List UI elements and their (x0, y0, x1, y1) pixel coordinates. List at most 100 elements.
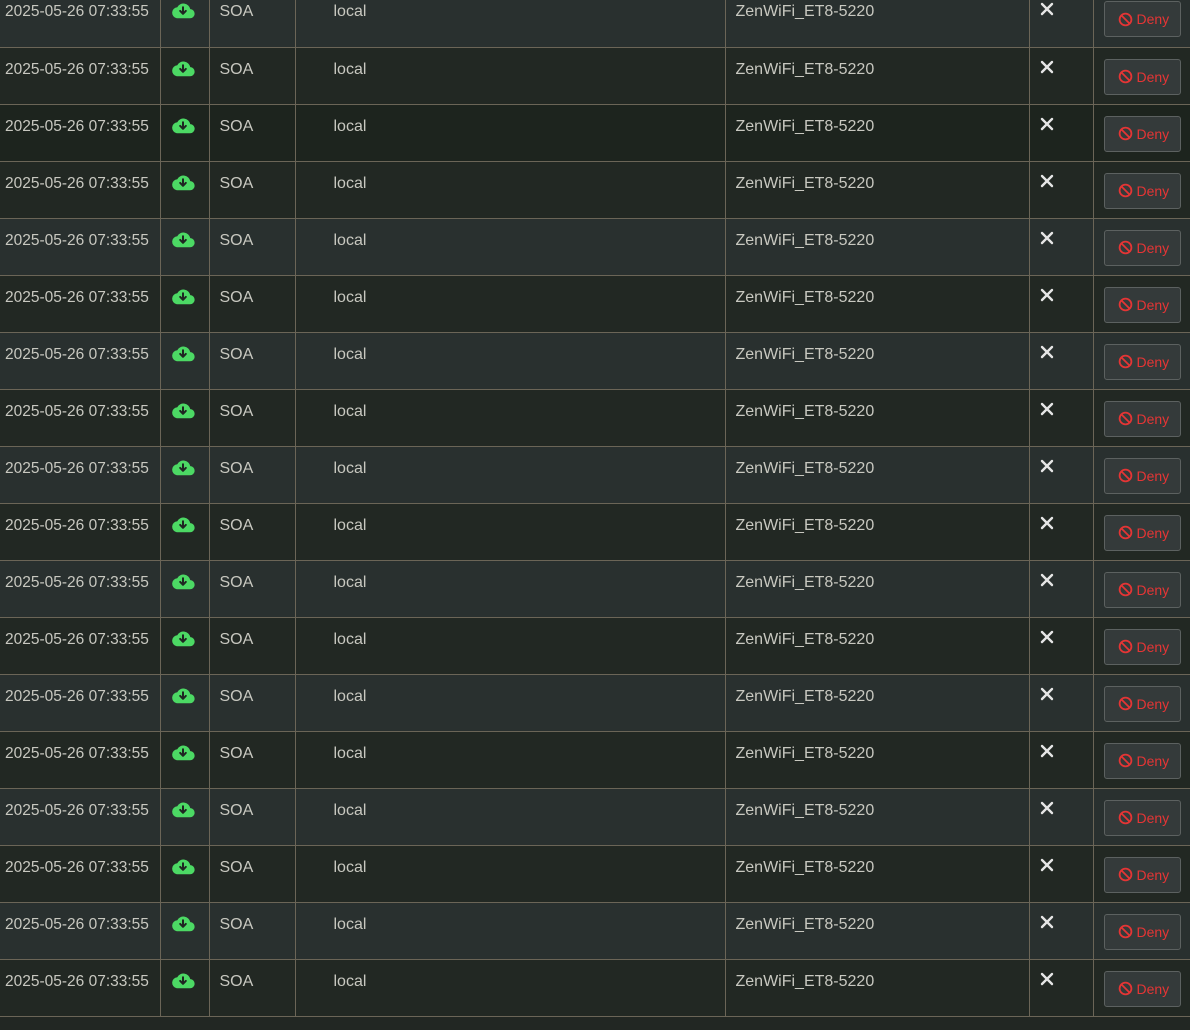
deny-button[interactable]: Deny (1103, 400, 1181, 437)
close-icon[interactable] (1040, 744, 1054, 758)
deny-cell: Deny (1093, 674, 1190, 732)
row-type: SOA (219, 231, 254, 249)
deny-button[interactable]: Deny (1103, 628, 1181, 665)
row-type: SOA (219, 3, 254, 20)
row-client: ZenWiFi_ET8-5220 (735, 630, 875, 648)
close-icon[interactable] (1040, 174, 1054, 188)
table-row: 2025-05-26 07:33:55 SOA local ZenWiFi_ET… (0, 503, 1190, 561)
table-row: 2025-05-26 07:33:55 SOA local ZenWiFi_ET… (0, 788, 1190, 846)
row-time: 2025-05-26 07:33:55 (5, 231, 149, 249)
table-row: 2025-05-26 07:33:55 SOA local ZenWiFi_ET… (0, 218, 1190, 276)
time-cell: 2025-05-26 07:33:55 (0, 560, 161, 618)
close-icon[interactable] (1040, 345, 1054, 359)
deny-button[interactable]: Deny (1103, 970, 1181, 1007)
domain-cell: local (295, 959, 726, 1017)
close-icon[interactable] (1040, 858, 1054, 872)
close-icon[interactable] (1040, 687, 1054, 701)
close-icon[interactable] (1040, 573, 1054, 587)
row-domain: local (333, 972, 367, 990)
table-row: 2025-05-26 07:33:55 SOA local ZenWiFi_ET… (0, 959, 1190, 1017)
block-icon (1118, 981, 1132, 996)
table-row: 2025-05-26 07:33:55 SOA local ZenWiFi_ET… (0, 845, 1190, 903)
deny-label: Deny (1136, 524, 1170, 541)
client-cell: ZenWiFi_ET8-5220 (725, 959, 1030, 1017)
row-type: SOA (219, 345, 254, 363)
close-icon[interactable] (1040, 915, 1054, 929)
table-row: 2025-05-26 07:33:55 SOA local ZenWiFi_ET… (0, 902, 1190, 960)
type-cell: SOA (209, 731, 296, 789)
row-client: ZenWiFi_ET8-5220 (735, 231, 875, 249)
deny-button[interactable]: Deny (1103, 913, 1181, 950)
table-row: 2025-05-26 07:33:55 SOA local ZenWiFi_ET… (0, 275, 1190, 333)
deny-cell: Deny (1093, 104, 1190, 162)
status-cell (160, 902, 210, 960)
client-cell: ZenWiFi_ET8-5220 (725, 845, 1030, 903)
domain-cell: local (295, 446, 726, 504)
block-icon (1118, 297, 1132, 312)
type-cell: SOA (209, 503, 296, 561)
status-cell (160, 47, 210, 105)
row-time: 2025-05-26 07:33:55 (5, 915, 149, 933)
row-time: 2025-05-26 07:33:55 (5, 60, 149, 78)
close-icon[interactable] (1040, 60, 1054, 74)
close-icon[interactable] (1040, 288, 1054, 302)
deny-button[interactable]: Deny (1103, 172, 1181, 209)
deny-label: Deny (1136, 68, 1170, 85)
row-type: SOA (219, 402, 254, 420)
deny-button[interactable]: Deny (1103, 229, 1181, 266)
type-cell: SOA (209, 617, 296, 675)
close-icon[interactable] (1040, 630, 1054, 644)
block-icon (1118, 582, 1132, 597)
row-domain: local (333, 231, 367, 249)
domain-cell: local (295, 731, 726, 789)
cloud-download-icon (171, 346, 195, 361)
deny-button[interactable]: Deny (1103, 1, 1181, 37)
deny-label: Deny (1136, 182, 1170, 199)
deny-button[interactable]: Deny (1103, 457, 1181, 494)
deny-label: Deny (1136, 125, 1170, 142)
deny-label: Deny (1136, 296, 1170, 313)
deny-button[interactable]: Deny (1103, 115, 1181, 152)
row-client: ZenWiFi_ET8-5220 (735, 915, 875, 933)
deny-label: Deny (1136, 239, 1170, 256)
block-icon (1118, 240, 1132, 255)
domain-cell: local (295, 788, 726, 846)
close-icon[interactable] (1040, 801, 1054, 815)
block-icon (1118, 354, 1132, 369)
cloud-download-icon (171, 460, 195, 475)
deny-label: Deny (1136, 752, 1170, 769)
deny-button[interactable]: Deny (1103, 685, 1181, 722)
deny-button[interactable]: Deny (1103, 58, 1181, 95)
close-icon[interactable] (1040, 2, 1054, 16)
time-cell: 2025-05-26 07:33:55 (0, 275, 161, 333)
status-cell (160, 503, 210, 561)
status-cell (160, 332, 210, 390)
row-time: 2025-05-26 07:33:55 (5, 345, 149, 363)
row-time: 2025-05-26 07:33:55 (5, 3, 149, 20)
deny-button[interactable]: Deny (1103, 343, 1181, 380)
deny-button[interactable]: Deny (1103, 514, 1181, 551)
deny-label: Deny (1136, 980, 1170, 997)
table-row: 2025-05-26 07:33:55 SOA local ZenWiFi_ET… (0, 446, 1190, 504)
table-row: 2025-05-26 07:33:55 SOA local ZenWiFi_ET… (0, 617, 1190, 675)
close-icon[interactable] (1040, 402, 1054, 416)
deny-button[interactable]: Deny (1103, 742, 1181, 779)
close-icon[interactable] (1040, 516, 1054, 530)
close-icon[interactable] (1040, 972, 1054, 986)
status-cell (160, 560, 210, 618)
deny-cell: Deny (1093, 902, 1190, 960)
deny-button[interactable]: Deny (1103, 799, 1181, 836)
deny-label: Deny (1136, 410, 1170, 427)
close-icon[interactable] (1040, 459, 1054, 473)
client-cell: ZenWiFi_ET8-5220 (725, 0, 1030, 48)
type-cell: SOA (209, 674, 296, 732)
close-icon[interactable] (1040, 117, 1054, 131)
table-row: 2025-05-26 07:33:55 SOA local ZenWiFi_ET… (0, 731, 1190, 789)
block-icon (1118, 810, 1132, 825)
domain-cell: local (295, 104, 726, 162)
close-icon[interactable] (1040, 231, 1054, 245)
deny-button[interactable]: Deny (1103, 286, 1181, 323)
deny-button[interactable]: Deny (1103, 856, 1181, 893)
deny-button[interactable]: Deny (1103, 571, 1181, 608)
status-cell (160, 161, 210, 219)
